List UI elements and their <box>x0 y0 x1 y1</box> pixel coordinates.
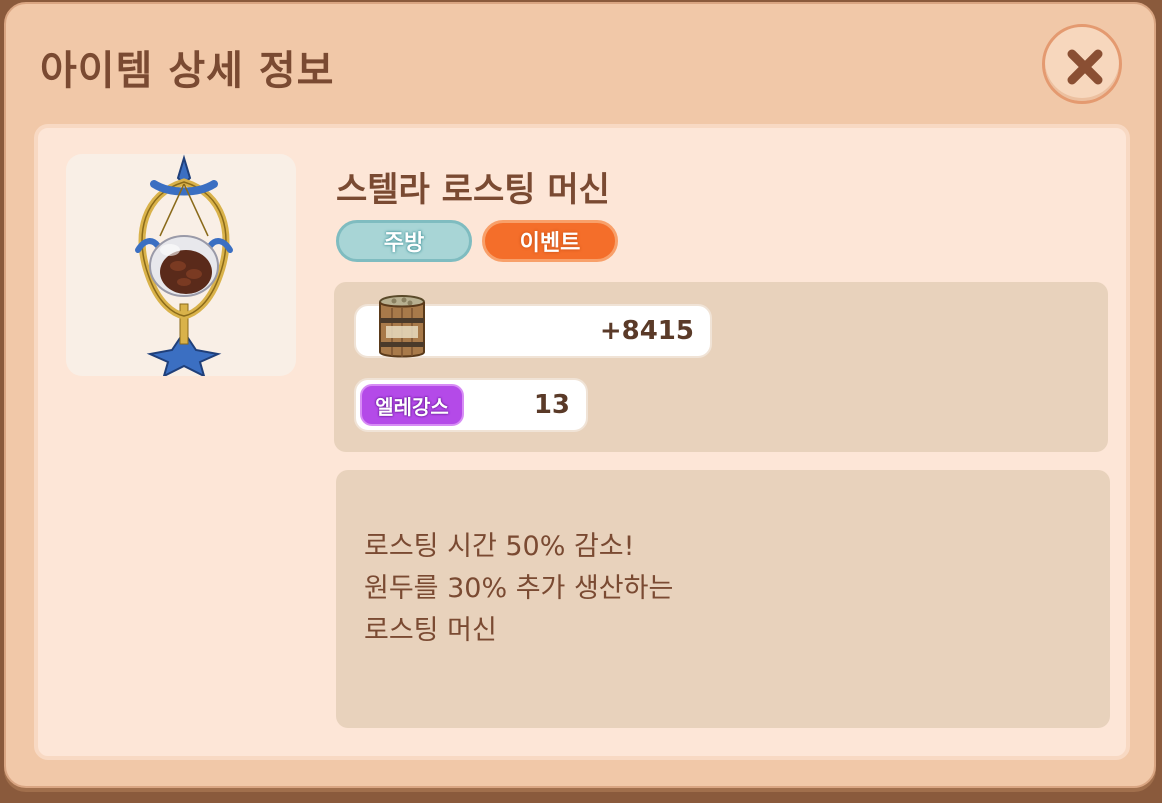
stat-bean-production: +8415 <box>354 295 712 358</box>
dialog-title: 아이템 상세 정보 <box>40 48 335 94</box>
description-box: 로스팅 시간 50% 감소! 원두를 30% 추가 생산하는 로스팅 머신 <box>336 470 1110 728</box>
stat-value-beans: +8415 <box>599 316 694 346</box>
item-image-frame <box>66 154 296 376</box>
stat-value-elegance: 13 <box>533 390 570 420</box>
tag-kitchen: 주방 <box>336 220 472 262</box>
close-button[interactable] <box>1042 24 1122 104</box>
description-line: 로스팅 시간 50% 감소! <box>364 531 635 562</box>
item-name: 스텔라 로스팅 머신 <box>336 170 610 210</box>
tag-event: 이벤트 <box>482 220 618 262</box>
roasting-machine-icon <box>135 154 233 376</box>
elegance-badge: 엘레강스 <box>360 384 464 426</box>
close-icon <box>1067 49 1103 85</box>
detail-panel: 스텔라 로스팅 머신 주방 이벤트 +8415 엘레강스 13 로스팅 시간 5… <box>34 124 1130 760</box>
stats-box: +8415 엘레강스 13 <box>334 282 1108 452</box>
description-line: 원두를 30% 추가 생산하는 <box>364 573 674 604</box>
coffee-bean-barrel-icon <box>379 295 425 358</box>
stat-elegance: 엘레강스 13 <box>354 378 588 432</box>
description-line: 로스팅 머신 <box>364 615 497 646</box>
item-detail-dialog: 아이템 상세 정보 스텔라 로스팅 머신 주방 이벤트 +8415 엘레강스 1… <box>4 2 1156 788</box>
